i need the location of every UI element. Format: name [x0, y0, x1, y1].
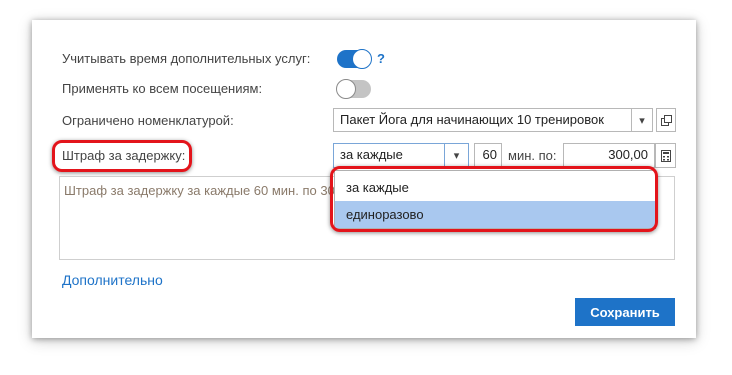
toggle-knob	[352, 49, 372, 69]
account-service-time-label: Учитывать время дополнительных услуг:	[62, 51, 311, 66]
penalty-minutes-value: 60	[482, 147, 497, 162]
penalty-minutes-input[interactable]: 60	[474, 143, 502, 168]
external-link-icon	[660, 114, 672, 126]
penalty-mode-dropdown-button[interactable]: ▾	[444, 143, 469, 168]
nomenclature-label: Ограничено номенклатурой:	[62, 113, 234, 128]
penalty-mode-value: за каждые	[340, 147, 403, 162]
caret-down-icon: ▾	[453, 150, 460, 162]
penalty-amount-value: 300,00	[608, 147, 648, 162]
penalty-label: Штраф за задержку:	[62, 148, 186, 163]
penalty-amount-input[interactable]: 300,00	[563, 143, 655, 168]
more-link[interactable]: Дополнительно	[62, 272, 163, 288]
account-service-time-toggle[interactable]	[337, 49, 372, 69]
calculator-icon	[660, 149, 671, 162]
caret-down-icon: ▾	[639, 114, 645, 127]
penalty-summary-value: Штраф за задержку за каждые 60 мин. по 3…	[64, 183, 361, 198]
nomenclature-dropdown-button[interactable]: ▾	[631, 108, 653, 132]
minutes-unit-label: мин. по:	[508, 148, 557, 163]
nomenclature-value: Пакет Йога для начинающих 10 тренировок	[340, 112, 604, 127]
calculator-button[interactable]	[655, 143, 676, 168]
dropdown-highlight	[330, 166, 658, 232]
apply-all-visits-toggle[interactable]	[336, 79, 371, 99]
apply-all-visits-label: Применять ко всем посещениям:	[62, 81, 263, 96]
toggle-knob	[336, 79, 356, 99]
nomenclature-select[interactable]: Пакет Йога для начинающих 10 тренировок	[333, 108, 653, 132]
help-icon[interactable]: ?	[377, 51, 385, 66]
save-button[interactable]: Сохранить	[575, 298, 675, 326]
open-link-button[interactable]	[656, 108, 676, 132]
